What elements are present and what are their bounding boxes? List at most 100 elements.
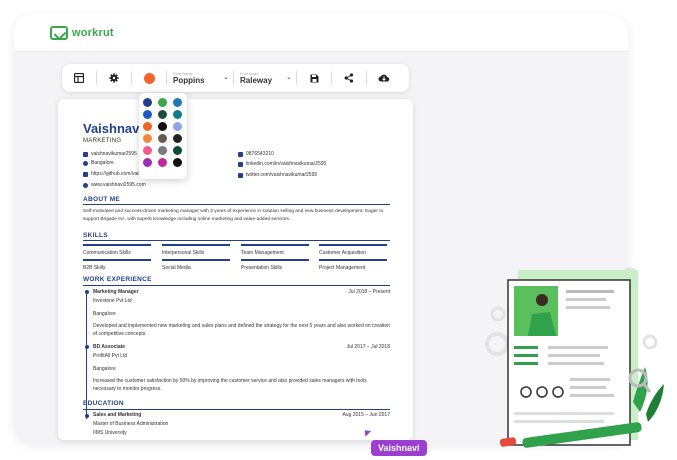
color-swatch[interactable] — [143, 122, 152, 131]
gear-icon — [490, 306, 506, 322]
about-text[interactable]: Self-motivated and success-driven market… — [83, 208, 390, 224]
color-picker-button[interactable] — [132, 64, 166, 92]
share-button[interactable] — [332, 64, 366, 92]
timeline-dot — [84, 414, 89, 418]
contact-text: linkedin.com/in/vaishnavikumar2595 — [246, 161, 327, 167]
contact-email[interactable]: vaishnavikumar2595 — [83, 151, 137, 157]
mail-icon — [83, 151, 88, 157]
job-description: Developed and implemented new marketing … — [93, 323, 390, 337]
linkedin-icon — [238, 161, 243, 167]
collaborator-name-badge: Vaishnavi — [371, 440, 427, 456]
contact-text: 9876543210 — [246, 151, 274, 157]
job-dates: Jul 2017 – Jul 2018 — [346, 344, 390, 350]
color-swatch[interactable] — [173, 110, 182, 119]
resume-preview[interactable]: Vaishnavi K MARKETING vaishnavikumar2595… — [58, 99, 413, 440]
about-heading: ABOUT ME — [83, 196, 121, 203]
section-divider — [83, 285, 390, 286]
color-swatch[interactable] — [143, 146, 152, 155]
job-description: Increased the customer satisfaction by 5… — [93, 378, 367, 392]
resume-role[interactable]: MARKETING — [83, 138, 121, 144]
education-entry[interactable]: Sales and Marketing Aug 2015 – Jun 2017 … — [93, 412, 390, 440]
cloud-download-icon — [378, 74, 390, 82]
save-button[interactable] — [297, 64, 331, 92]
heading-font-select[interactable]: Font Name Poppins ⌄ — [167, 64, 233, 92]
settings-button[interactable] — [97, 64, 131, 92]
timeline-dot — [84, 290, 89, 294]
skill-item[interactable]: Presentation Skills — [241, 259, 309, 271]
save-icon — [310, 74, 318, 82]
contact-text: www.vaishnavi2595.com — [91, 182, 146, 188]
share-icon — [344, 73, 354, 83]
skills-heading: SKILLS — [83, 232, 108, 239]
color-swatch[interactable] — [173, 158, 182, 167]
skill-item[interactable]: B2B Skills — [83, 259, 151, 271]
job-dates: Jul 2018 – Present — [348, 289, 390, 295]
color-swatch[interactable] — [173, 146, 182, 155]
job-location: Bangalore — [93, 311, 116, 317]
color-swatch[interactable] — [143, 134, 152, 143]
skill-item[interactable]: Team Management — [241, 244, 309, 256]
work-heading: WORK EXPERIENCE — [83, 276, 152, 283]
job-entry[interactable]: BD Associate Jul 2017 – Jul 2018 ProfitA… — [93, 344, 390, 394]
layout-button[interactable] — [62, 64, 96, 92]
contact-twitter[interactable]: twitter.com/vaishnavikumar2595 — [238, 172, 317, 178]
layout-icon — [74, 73, 84, 83]
education-heading: EDUCATION — [83, 400, 124, 407]
workrut-logo-icon — [50, 26, 68, 40]
twitter-icon — [238, 172, 243, 178]
skill-item[interactable]: Social Media — [162, 259, 230, 271]
color-swatch[interactable] — [143, 98, 152, 107]
color-swatch[interactable] — [158, 122, 167, 131]
accent-color-swatch — [143, 72, 155, 84]
chevron-down-icon: ⌄ — [223, 74, 229, 81]
editor-toolbar: Font Name Poppins ⌄ Font Body Raleway ⌄ — [62, 64, 409, 92]
contact-text: twitter.com/vaishnavikumar2595 — [246, 172, 318, 178]
gear-icon — [642, 334, 658, 350]
section-divider — [83, 240, 390, 241]
color-swatch[interactable] — [158, 134, 167, 143]
education-school: IIMS University — [93, 430, 127, 436]
section-divider — [83, 204, 390, 205]
skill-item[interactable]: Communication Skills — [83, 244, 151, 256]
skill-item[interactable]: Interpersonal Skills — [162, 244, 230, 256]
color-swatch[interactable] — [173, 122, 182, 131]
contact-linkedin[interactable]: linkedin.com/in/vaishnavikumar2595 — [238, 161, 326, 167]
color-swatch[interactable] — [158, 146, 167, 155]
download-button[interactable] — [367, 64, 401, 92]
github-icon — [83, 171, 88, 177]
brand-name: workrut — [72, 27, 114, 39]
brand-logo[interactable]: workrut — [50, 26, 114, 40]
location-pin-icon — [83, 160, 88, 166]
color-swatch[interactable] — [158, 98, 167, 107]
color-swatch[interactable] — [158, 158, 167, 167]
skill-item[interactable]: Customer Acquisition — [319, 244, 387, 256]
job-entry[interactable]: Marketing Manager Jul 2018 – Present Inv… — [93, 289, 390, 339]
globe-icon — [83, 182, 88, 188]
color-swatch[interactable] — [143, 110, 152, 119]
color-swatch-grid — [143, 98, 183, 167]
job-location: Bangalore — [93, 366, 116, 372]
contact-website[interactable]: www.vaishnavi2595.com — [83, 182, 146, 188]
job-title: Marketing Manager — [93, 289, 139, 295]
color-swatch[interactable] — [158, 110, 167, 119]
job-company: ProfitAll Pvt Ltd — [93, 353, 128, 359]
color-swatch[interactable] — [173, 98, 182, 107]
contact-location[interactable]: Bangalore — [83, 160, 114, 166]
color-swatch[interactable] — [173, 134, 182, 143]
timeline-dot — [84, 345, 89, 349]
phone-icon — [238, 151, 243, 157]
skill-item[interactable]: Project Management — [319, 259, 387, 271]
contact-text: vaishnavikumar2595 — [91, 151, 137, 157]
body-font-select[interactable]: Font Body Raleway ⌄ — [234, 64, 296, 92]
gear-icon — [485, 332, 509, 356]
job-title: BD Associate — [93, 344, 126, 350]
contact-phone[interactable]: 9876543210 — [238, 151, 274, 157]
section-divider — [83, 409, 390, 410]
color-swatch[interactable] — [143, 158, 152, 167]
chevron-down-icon: ⌄ — [286, 74, 292, 81]
job-company: Investone Pvt Ltd — [93, 298, 132, 304]
education-dates: Aug 2015 – Jun 2017 — [342, 412, 390, 418]
education-degree: Master of Business Administration — [93, 421, 169, 427]
contact-text: Bangalore — [91, 160, 114, 166]
gear-icon — [109, 73, 119, 83]
